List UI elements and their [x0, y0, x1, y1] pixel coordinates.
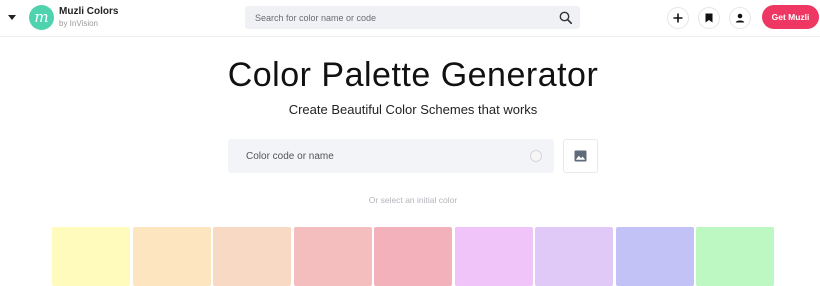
account-button[interactable]	[729, 7, 751, 29]
add-button[interactable]	[667, 7, 689, 29]
image-icon	[574, 150, 587, 162]
top-bar: m Muzli Colors by InVision Get Muzli	[0, 0, 820, 37]
color-swatch[interactable]	[696, 227, 774, 286]
upload-image-button[interactable]	[563, 139, 598, 173]
bookmarks-button[interactable]	[698, 7, 720, 29]
color-swatch[interactable]	[374, 227, 452, 286]
color-swatch[interactable]	[535, 227, 613, 286]
color-swatch[interactable]	[52, 227, 130, 286]
page-subtitle: Create Beautiful Color Schemes that work…	[288, 102, 538, 117]
color-preview-circle[interactable]	[530, 150, 542, 162]
search-icon[interactable]	[559, 11, 573, 25]
search-bar	[245, 6, 580, 29]
color-swatch[interactable]	[455, 227, 533, 286]
caret-down-icon[interactable]	[8, 13, 16, 21]
user-icon	[735, 13, 745, 23]
search-input[interactable]	[245, 6, 545, 29]
page-title: Color Palette Generator	[227, 56, 599, 94]
bookmark-icon	[705, 13, 713, 23]
brand-subtitle: by InVision	[59, 19, 98, 28]
color-swatch[interactable]	[616, 227, 694, 286]
color-code-input[interactable]	[228, 139, 518, 173]
initial-color-hint: Or select an initial color	[368, 195, 458, 205]
color-swatch[interactable]	[294, 227, 372, 286]
get-muzli-button[interactable]: Get Muzli	[762, 5, 819, 29]
color-swatch[interactable]	[133, 227, 211, 286]
color-swatch[interactable]	[213, 227, 291, 286]
initial-color-swatches	[52, 227, 774, 286]
color-input-container	[228, 139, 554, 173]
plus-icon	[673, 13, 683, 23]
brand-name[interactable]: Muzli Colors	[59, 6, 118, 17]
muzli-logo[interactable]: m	[29, 5, 54, 30]
